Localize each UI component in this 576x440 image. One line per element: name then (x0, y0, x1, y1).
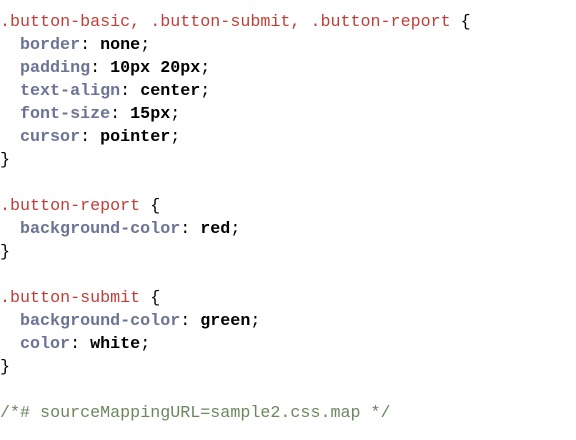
open-brace: { (140, 289, 161, 308)
colon: : (180, 312, 201, 331)
code-line-5: font-size: 15px; (0, 103, 576, 126)
open-brace: { (450, 13, 471, 32)
colon: : (80, 128, 101, 147)
close-brace: } (0, 358, 11, 377)
code-line-3: padding: 10px 20px; (0, 57, 576, 80)
code-line-16: } (0, 356, 576, 379)
close-brace: } (0, 243, 11, 262)
code-line-7: } (0, 149, 576, 172)
code-line-1: .button-basic, .button-submit, .button-r… (0, 11, 576, 34)
colon: : (90, 59, 111, 78)
colon: : (80, 36, 101, 55)
code-line-10: background-color: red; (0, 218, 576, 241)
code-line-15: color: white; (0, 333, 576, 356)
colon: : (110, 105, 131, 124)
semicolon: ; (250, 312, 261, 331)
code-line-2: border: none; (0, 34, 576, 57)
css-property: color (20, 335, 71, 354)
css-value: pointer (100, 128, 171, 147)
css-value: green (200, 312, 251, 331)
code-line-18: /*# sourceMappingURL=sample2.css.map */ (0, 402, 576, 425)
semicolon: ; (200, 82, 211, 101)
code-line-4: text-align: center; (0, 80, 576, 103)
css-property: text-align (20, 82, 121, 101)
open-brace: { (140, 197, 161, 216)
colon: : (120, 82, 141, 101)
css-value: white (90, 335, 141, 354)
semicolon: ; (140, 335, 151, 354)
css-value: none (100, 36, 141, 55)
css-value: red (200, 220, 231, 239)
css-property: cursor (20, 128, 81, 147)
semicolon: ; (170, 105, 181, 124)
code-line-11: } (0, 241, 576, 264)
colon: : (70, 335, 91, 354)
close-brace: } (0, 151, 11, 170)
semicolon: ; (170, 128, 181, 147)
css-property: border (20, 36, 81, 55)
code-line-6: cursor: pointer; (0, 126, 576, 149)
css-property: background-color (20, 220, 181, 239)
css-value: 10px 20px (110, 59, 201, 78)
css-value: 15px (130, 105, 171, 124)
code-line-9: .button-report { (0, 195, 576, 218)
css-value: center (140, 82, 201, 101)
css-selector: .button-submit (0, 289, 141, 308)
css-code-view: .button-basic, .button-submit, .button-r… (0, 0, 576, 440)
semicolon: ; (140, 36, 151, 55)
colon: : (180, 220, 201, 239)
css-selector: .button-basic, .button-submit, .button-r… (0, 13, 451, 32)
css-property: font-size (20, 105, 111, 124)
semicolon: ; (230, 220, 241, 239)
css-property: padding (20, 59, 91, 78)
css-selector: .button-report (0, 197, 141, 216)
semicolon: ; (200, 59, 211, 78)
code-line-13: .button-submit { (0, 287, 576, 310)
code-line-14: background-color: green; (0, 310, 576, 333)
css-property: background-color (20, 312, 181, 331)
source-map-comment: /*# sourceMappingURL=sample2.css.map */ (0, 404, 391, 423)
